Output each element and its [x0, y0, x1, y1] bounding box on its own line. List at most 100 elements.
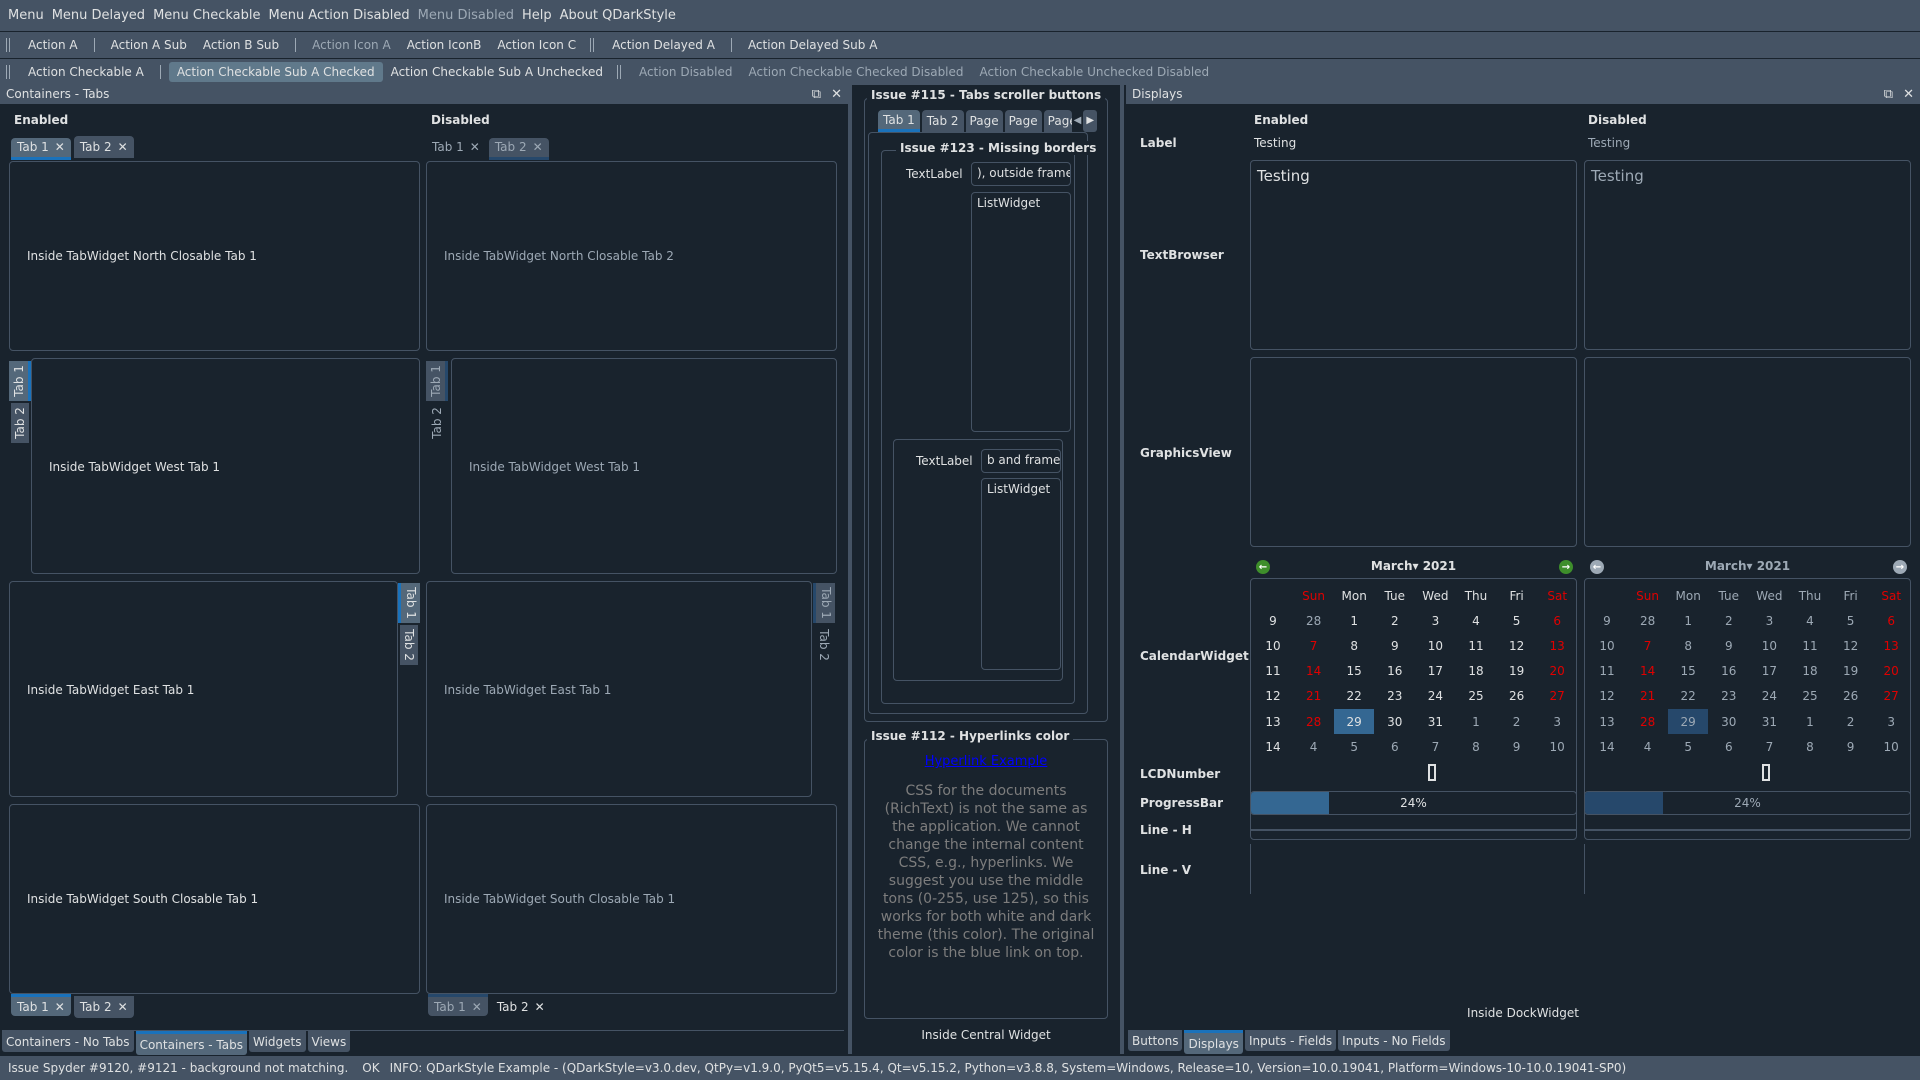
close-icon[interactable]: ✕ — [1903, 87, 1914, 102]
toolbar-handle[interactable] — [590, 38, 595, 52]
calendar-day[interactable]: 25 — [1456, 684, 1496, 709]
calendar-day[interactable]: 5 — [1334, 735, 1374, 760]
action-checkable-sub-checked[interactable]: Action Checkable Sub A Checked — [168, 62, 383, 82]
textbrowser-enabled[interactable]: Testing — [1250, 160, 1577, 350]
east-tab-2[interactable]: Tab 2 — [400, 625, 418, 665]
calendar-day[interactable]: 24 — [1415, 684, 1455, 709]
menu-help[interactable]: Help — [518, 8, 556, 23]
line-edit-2[interactable]: b and frame — [981, 449, 1061, 473]
calendar-day[interactable]: 11 — [1456, 633, 1496, 658]
scroller-tab-page[interactable]: Page — [1043, 110, 1072, 132]
calendar-day[interactable]: 23 — [1375, 684, 1415, 709]
scroller-tab-2[interactable]: Tab 2 — [921, 110, 964, 132]
calendar-day[interactable]: 12 — [1497, 633, 1537, 658]
action-a-sub[interactable]: Action A Sub — [103, 35, 195, 55]
action-checkable-a[interactable]: Action Checkable A — [20, 62, 152, 82]
close-icon[interactable]: ✕ — [831, 87, 842, 102]
toolbar-handle[interactable] — [6, 38, 10, 52]
dock-tab-displays[interactable]: Displays — [1184, 1030, 1243, 1054]
toolbar-handle[interactable] — [616, 65, 621, 79]
calendar-day[interactable]: 15 — [1334, 659, 1374, 684]
menu-menu[interactable]: Menu — [4, 8, 48, 23]
calendar-day[interactable]: 7 — [1415, 735, 1455, 760]
action-icon-c[interactable]: Action Icon C — [489, 35, 584, 55]
calendar-day[interactable]: 14 — [1294, 659, 1334, 684]
calendar-day[interactable]: 5 — [1497, 608, 1537, 633]
menu-action-disabled[interactable]: Menu Action Disabled — [264, 8, 413, 23]
calendar-day[interactable]: 22 — [1334, 684, 1374, 709]
float-icon[interactable]: ⧉ — [1884, 87, 1893, 102]
dock-splitter[interactable] — [1120, 84, 1124, 1054]
calendar-day[interactable]: 29 — [1334, 709, 1375, 735]
calendar-day[interactable]: 3 — [1415, 608, 1455, 633]
calendar-month-year[interactable]: March▾ 2021 — [1250, 559, 1577, 573]
calendar-day[interactable]: 2 — [1497, 709, 1537, 734]
calendar-day[interactable]: 7 — [1294, 633, 1334, 658]
calendar-day[interactable]: 28 — [1294, 608, 1334, 633]
toolbar-handle[interactable] — [6, 65, 10, 79]
calendar-day[interactable]: 6 — [1375, 735, 1415, 760]
dock-tab-buttons[interactable]: Buttons — [1128, 1030, 1183, 1051]
list-widget-1[interactable]: ListWidget — [971, 192, 1071, 432]
action-checkable-sub-unchecked[interactable]: Action Checkable Sub A Unchecked — [383, 62, 611, 82]
west-tab-1[interactable]: Tab 1 — [9, 361, 31, 401]
calendar-day[interactable]: 27 — [1537, 684, 1577, 709]
action-b-sub[interactable]: Action B Sub — [195, 35, 287, 55]
scroll-left-icon[interactable]: ◀ — [1074, 110, 1082, 132]
tab-1[interactable]: Tab 1 ✕ — [11, 137, 71, 160]
calendar-day[interactable]: 6 — [1537, 608, 1577, 633]
calendar-day[interactable]: 8 — [1456, 735, 1496, 760]
dock-tab-views[interactable]: Views — [307, 1031, 351, 1052]
scroll-right-icon[interactable]: ▶ — [1083, 110, 1098, 132]
calendar-day[interactable]: 1 — [1456, 709, 1496, 734]
calendar-day[interactable]: 9 — [1497, 735, 1537, 760]
calendar-day[interactable]: 26 — [1497, 684, 1537, 709]
calendar-day[interactable]: 9 — [1375, 633, 1415, 658]
east-tab-1[interactable]: Tab 1 — [398, 583, 420, 623]
action-a[interactable]: Action A — [20, 35, 86, 55]
dock-tab-inputs-fields[interactable]: Inputs - Fields — [1244, 1030, 1337, 1051]
calendar-day[interactable]: 13 — [1537, 633, 1577, 658]
calendar-day[interactable]: 20 — [1537, 659, 1577, 684]
action-delayed-sub-a[interactable]: Action Delayed Sub A — [740, 35, 886, 55]
dock-tab-inputs-no-fields[interactable]: Inputs - No Fields — [1338, 1030, 1450, 1051]
calendar-day[interactable]: 16 — [1375, 659, 1415, 684]
calendar-day[interactable]: 2 — [1375, 608, 1415, 633]
list-widget-2[interactable]: ListWidget — [981, 478, 1061, 670]
action-delayed-a[interactable]: Action Delayed A — [604, 35, 723, 55]
tab-2[interactable]: Tab 2 ✕ — [73, 995, 134, 1018]
close-tab-icon[interactable]: ✕ — [55, 140, 65, 154]
close-tab-icon[interactable]: ✕ — [55, 1000, 65, 1014]
tab-1[interactable]: Tab 1 ✕ — [11, 994, 71, 1016]
calendar-day[interactable]: 31 — [1415, 709, 1455, 734]
close-tab-icon[interactable]: ✕ — [118, 1000, 128, 1014]
close-tab-icon[interactable]: ✕ — [118, 140, 128, 154]
calendar-day[interactable]: 1 — [1334, 608, 1374, 633]
calendar-day[interactable]: 18 — [1456, 659, 1496, 684]
menu-delayed[interactable]: Menu Delayed — [48, 8, 149, 23]
scroller-tab-page[interactable]: Page — [965, 110, 1003, 132]
scroller-tab-1[interactable]: Tab 1 — [878, 110, 920, 132]
menu-checkable[interactable]: Menu Checkable — [149, 8, 264, 23]
west-tab-2[interactable]: Tab 2 — [11, 403, 29, 443]
float-icon[interactable]: ⧉ — [812, 87, 821, 102]
tab-2[interactable]: Tab 2 ✕ — [73, 136, 134, 158]
dock-tab-containers-tabs[interactable]: Containers - Tabs — [135, 1031, 247, 1055]
calendar-day[interactable]: 28 — [1294, 709, 1334, 734]
dock-tab-containers-no-tabs[interactable]: Containers - No Tabs — [2, 1031, 134, 1052]
scroller-tab-page[interactable]: Page — [1004, 110, 1042, 132]
graphicsview-enabled[interactable] — [1250, 357, 1577, 547]
calendar-day[interactable]: 19 — [1497, 659, 1537, 684]
calendar-day[interactable]: 10 — [1537, 735, 1577, 760]
calendar-day[interactable]: 21 — [1294, 684, 1334, 709]
action-iconb[interactable]: Action IconB — [399, 35, 490, 55]
calendar-day[interactable]: 4 — [1456, 608, 1496, 633]
calendar-day[interactable]: 10 — [1415, 633, 1455, 658]
calendar-day[interactable]: 17 — [1415, 659, 1455, 684]
calendar-day[interactable]: 8 — [1334, 633, 1374, 658]
calendar-day[interactable]: 3 — [1537, 709, 1577, 734]
dock-tab-widgets[interactable]: Widgets — [248, 1031, 306, 1052]
menu-about[interactable]: About QDarkStyle — [556, 8, 680, 23]
calendar-day[interactable]: 30 — [1375, 709, 1415, 734]
calendar-day[interactable]: 4 — [1294, 735, 1334, 760]
